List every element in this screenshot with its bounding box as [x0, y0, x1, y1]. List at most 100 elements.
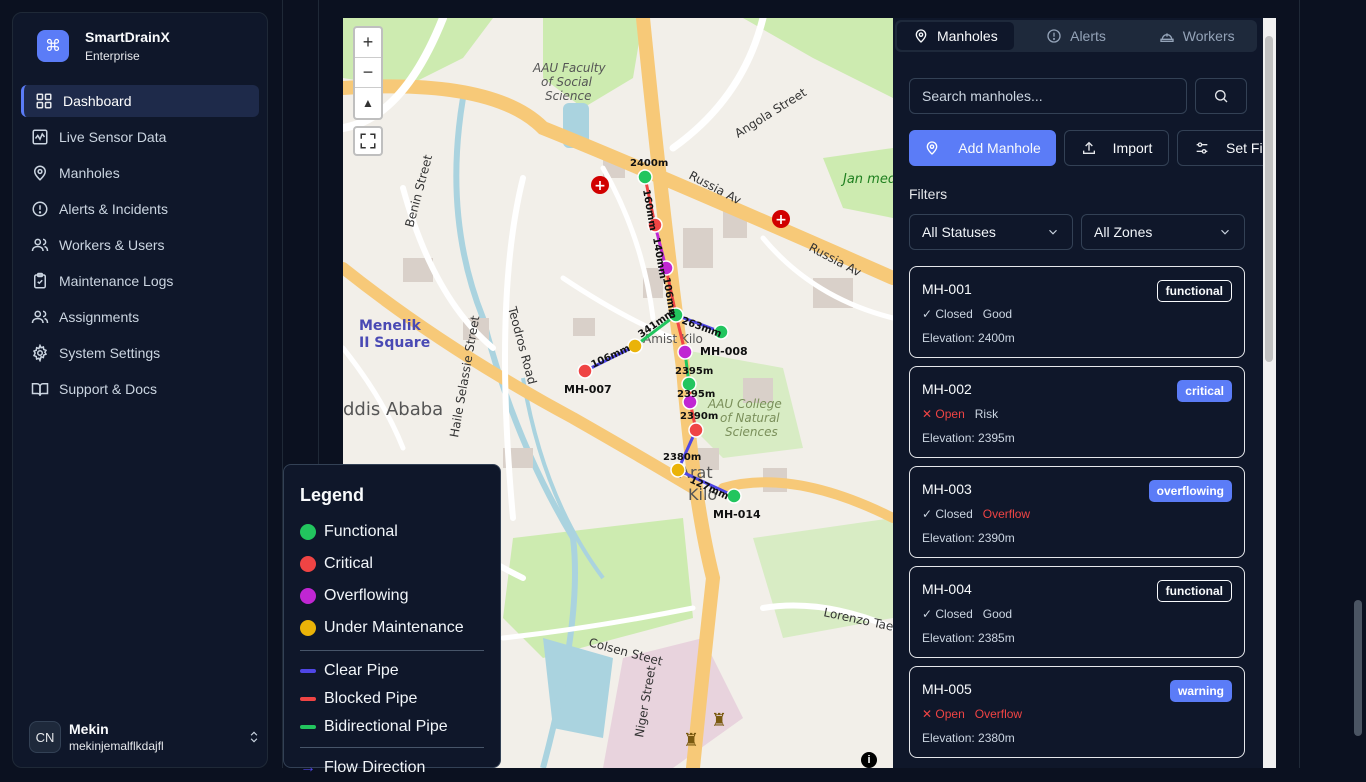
sidebar-item-label: Assignments: [59, 309, 140, 325]
clipboard-icon: [34, 272, 46, 289]
tab-manholes[interactable]: Manholes: [897, 22, 1014, 50]
svg-text:♜: ♜: [711, 710, 727, 731]
sidebar-item-live-sensor-data[interactable]: Live Sensor Data: [21, 121, 259, 153]
zone-filter-select[interactable]: All Zones: [1081, 214, 1245, 250]
user-email: mekinjemalflkdajfl: [69, 739, 164, 753]
sidebar-item-support[interactable]: Support & Docs: [21, 373, 259, 405]
legend-item-critical: Critical: [300, 548, 484, 580]
legend-item-blocked-pipe: Blocked Pipe: [300, 685, 484, 713]
sidebar-item-alerts[interactable]: Alerts & Incidents: [21, 193, 259, 225]
legend-title: Legend: [300, 485, 365, 505]
tab-workers[interactable]: Workers: [1138, 22, 1255, 50]
svg-text:Science: Science: [545, 89, 592, 103]
condition-status: Good: [982, 307, 1013, 321]
gear-icon: [32, 344, 48, 362]
elevation: Elevation: 2385m: [922, 631, 1015, 645]
add-manhole-button[interactable]: Add Manhole: [909, 130, 1056, 166]
zoom-control: + − ▲: [353, 26, 383, 120]
svg-text:of Natural: of Natural: [720, 411, 780, 425]
map-pin-icon: [926, 141, 938, 155]
chevron-down-icon: [1049, 229, 1057, 235]
set-filters-button[interactable]: Set Fi: [1177, 130, 1263, 166]
scrollbar-thumb[interactable]: [1354, 600, 1362, 736]
manhole-card[interactable]: MH-005 warning ✕ Open Overflow Elevation:…: [909, 666, 1245, 758]
condition-status: Overflow: [982, 507, 1031, 521]
manhole-card[interactable]: MH-004 functional ✓ Closed Good Elevation…: [909, 566, 1245, 658]
legend-divider: [300, 650, 484, 651]
legend-item-flow-direction: → Flow Direction: [300, 759, 426, 776]
alert-circle-icon: [32, 201, 48, 217]
alert-circle-icon: [1047, 29, 1061, 43]
sliders-icon: [1196, 142, 1208, 154]
panel-scrollbar[interactable]: [1263, 18, 1276, 768]
sidebar: ⌘ SmartDrainX Enterprise Dashboard Live …: [12, 12, 268, 768]
cover-status: ✓ Closed: [922, 307, 973, 321]
map-pin-icon: [33, 165, 47, 181]
sidebar-item-system-settings[interactable]: System Settings: [21, 337, 259, 369]
brand-subtitle: Enterprise: [85, 49, 140, 63]
status-filter-select[interactable]: All Statuses: [909, 214, 1073, 250]
elevation-label: 2400m: [630, 158, 668, 169]
elevation: Elevation: 2395m: [922, 431, 1015, 445]
hard-hat-icon: [1160, 33, 1174, 42]
sidebar-item-dashboard[interactable]: Dashboard: [21, 85, 259, 117]
search-icon: [1215, 90, 1228, 103]
sidebar-item-maintenance-logs[interactable]: Maintenance Logs: [21, 265, 259, 297]
cover-status: ✕ Open: [922, 707, 965, 721]
page-scrollbar[interactable]: [1350, 0, 1366, 768]
manhole-card[interactable]: MH-003 overflowing ✓ Closed Overflow Elev…: [909, 466, 1245, 558]
svg-text:♜: ♜: [683, 730, 699, 751]
elevation: Elevation: 2390m: [922, 531, 1015, 545]
sidebar-item-workers[interactable]: Workers & Users: [21, 229, 259, 261]
brand-title: SmartDrainX: [85, 29, 170, 45]
scrollbar-thumb[interactable]: [1265, 36, 1273, 362]
zoom-in-button[interactable]: +: [355, 28, 381, 58]
arrow-right-icon: →: [300, 759, 316, 776]
import-button[interactable]: Import: [1064, 130, 1169, 166]
svg-text:of Social: of Social: [541, 75, 593, 89]
legend-item-overflowing: Overflowing: [300, 580, 484, 612]
map-legend: Legend Functional Critical Overflowing U…: [283, 464, 501, 776]
sidebar-item-manholes[interactable]: Manholes: [21, 157, 259, 189]
sidebar-item-assignments[interactable]: Assignments: [21, 301, 259, 333]
svg-text:Jan meda: Jan meda: [840, 172, 893, 187]
user-menu[interactable]: CN Mekin mekinjemalflkdajfl: [29, 717, 261, 757]
condition-status: Good: [982, 607, 1013, 621]
legend-item-functional: Functional: [300, 516, 484, 548]
upload-icon: [1082, 141, 1095, 154]
search-button[interactable]: [1195, 78, 1247, 114]
user-check-icon: [31, 310, 49, 324]
book-icon: [31, 383, 49, 396]
reset-north-button[interactable]: ▲: [355, 88, 381, 118]
status-badge: functional: [1156, 580, 1232, 602]
elevation: Elevation: 2380m: [922, 731, 1015, 745]
sidebar-item-label: Alerts & Incidents: [59, 201, 168, 217]
status-badge: critical: [1177, 380, 1232, 402]
status-badge: overflowing: [1148, 480, 1232, 502]
sidebar-item-label: Dashboard: [63, 93, 132, 109]
elevation: Elevation: 2400m: [922, 331, 1015, 345]
manhole-card[interactable]: MH-002 critical ✕ Open Risk Elevation: 23…: [909, 366, 1245, 458]
elevation-label: 2395m: [677, 389, 715, 400]
fullscreen-icon[interactable]: [353, 126, 383, 156]
svg-text:AAU College: AAU College: [707, 397, 782, 411]
elevation-label: 2380m: [663, 452, 701, 463]
tab-alerts[interactable]: Alerts: [1018, 22, 1135, 50]
sidebar-item-label: Live Sensor Data: [59, 129, 167, 145]
condition-status: Overflow: [974, 707, 1023, 721]
filters-title: Filters: [909, 186, 948, 202]
sidebar-item-label: Maintenance Logs: [59, 273, 174, 289]
map-pin-icon: [915, 29, 927, 43]
manhole-card[interactable]: MH-001 functional ✓ Closed Good Elevation…: [909, 266, 1245, 358]
brand[interactable]: ⌘ SmartDrainX Enterprise: [37, 29, 170, 63]
svg-text:II Square: II Square: [359, 335, 430, 351]
manholes-panel: Manholes Alerts Workers Add Manhole Impo…: [893, 18, 1263, 768]
info-button[interactable]: i: [861, 752, 877, 768]
zoom-out-button[interactable]: −: [355, 58, 381, 88]
search-input[interactable]: [909, 78, 1187, 114]
panel-tabs: Manholes Alerts Workers: [895, 20, 1257, 52]
manhole-label: MH-007: [564, 383, 612, 396]
sidebar-item-label: Manholes: [59, 165, 120, 181]
cover-status: ✓ Closed: [922, 507, 973, 521]
cover-status: ✓ Closed: [922, 607, 973, 621]
